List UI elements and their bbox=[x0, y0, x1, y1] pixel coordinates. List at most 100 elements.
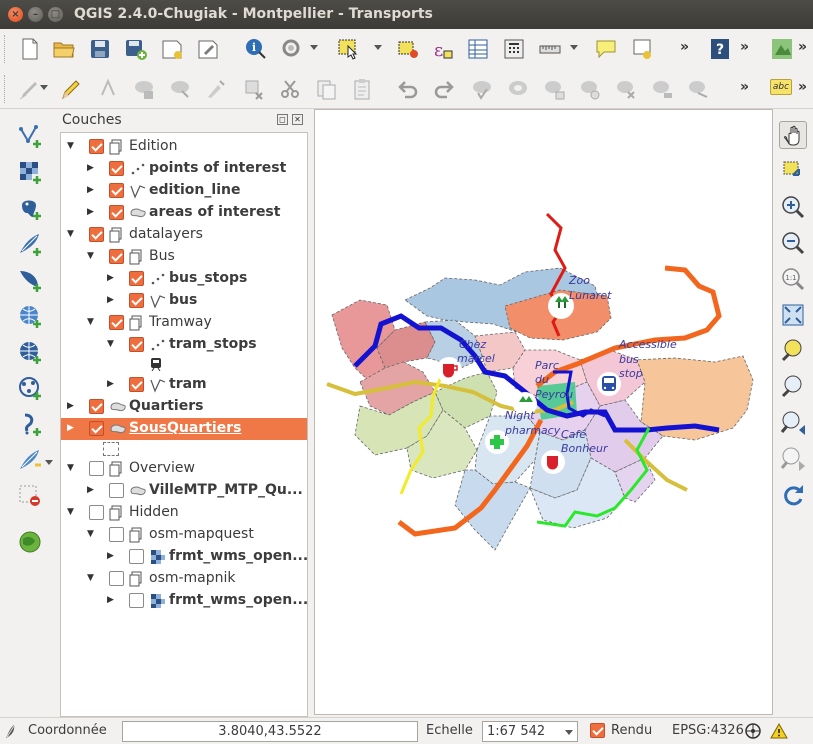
openlayers-icon[interactable] bbox=[17, 529, 43, 555]
expand-arrow-icon[interactable]: ▶ bbox=[67, 423, 74, 433]
crs-status[interactable]: EPSG:4326 bbox=[672, 723, 744, 738]
collapse-arrow-icon[interactable]: ▼ bbox=[87, 317, 94, 327]
collapse-arrow-icon[interactable]: ▼ bbox=[67, 229, 74, 239]
layer-row[interactable]: ▶ bus_stops bbox=[61, 268, 307, 290]
float-panel-button[interactable]: ◻ bbox=[277, 114, 288, 125]
undo-icon[interactable] bbox=[396, 77, 420, 101]
measure-icon[interactable] bbox=[280, 37, 304, 61]
layer-visibility-checkbox[interactable] bbox=[109, 571, 124, 586]
collapse-arrow-icon[interactable]: ▼ bbox=[67, 463, 74, 473]
layer-visibility-checkbox[interactable] bbox=[89, 139, 104, 154]
expand-arrow-icon[interactable]: ▶ bbox=[87, 485, 94, 495]
cut-features-icon[interactable] bbox=[242, 77, 266, 101]
add-part-icon[interactable] bbox=[542, 77, 566, 101]
render-checkbox[interactable] bbox=[590, 723, 605, 738]
current-edits-icon[interactable] bbox=[18, 77, 42, 101]
move-feature-icon[interactable] bbox=[132, 77, 156, 101]
toolbar-grip[interactable] bbox=[4, 75, 7, 103]
expand-arrow-icon[interactable]: ▶ bbox=[107, 551, 114, 561]
deselect-icon[interactable] bbox=[396, 37, 420, 61]
layer-visibility-checkbox[interactable] bbox=[129, 293, 144, 308]
expand-arrow-icon[interactable]: ▶ bbox=[87, 163, 94, 173]
reshape-icon[interactable] bbox=[686, 77, 710, 101]
expand-arrow-icon[interactable]: ▶ bbox=[107, 595, 114, 605]
layer-row[interactable]: ▶ bus bbox=[61, 290, 307, 312]
add-vector-layer-icon[interactable] bbox=[17, 123, 43, 149]
layer-row[interactable]: ▶ frmt_wms_open... bbox=[61, 590, 307, 612]
identify-icon[interactable]: i bbox=[244, 37, 268, 61]
map-svg[interactable]: Zoo Lunaret Chez marcel Parc du Peyrou A… bbox=[315, 110, 773, 715]
layer-row[interactable]: ▼ datalayers bbox=[61, 224, 307, 246]
expand-arrow-icon[interactable]: ▶ bbox=[87, 185, 94, 195]
layer-row[interactable]: ▶ frmt_wms_open... bbox=[61, 546, 307, 568]
add-ring-icon[interactable] bbox=[506, 77, 530, 101]
add-wfs-layer-icon[interactable] bbox=[17, 375, 43, 401]
delete-ring-icon[interactable] bbox=[614, 77, 638, 101]
save-project-icon[interactable] bbox=[88, 37, 112, 61]
layer-visibility-checkbox[interactable] bbox=[109, 205, 124, 220]
layer-visibility-checkbox[interactable] bbox=[129, 549, 144, 564]
toggle-editing-icon[interactable] bbox=[58, 77, 82, 101]
add-spatialite-layer-icon[interactable] bbox=[17, 231, 43, 257]
zoom-out-icon[interactable] bbox=[779, 229, 807, 257]
collapse-arrow-icon[interactable]: ▼ bbox=[67, 141, 74, 151]
layer-visibility-checkbox[interactable] bbox=[89, 505, 104, 520]
node-tool-icon[interactable] bbox=[168, 77, 192, 101]
expand-arrow-icon[interactable]: ▶ bbox=[107, 295, 114, 305]
layer-visibility-checkbox[interactable] bbox=[109, 483, 124, 498]
new-print-composer-icon[interactable] bbox=[160, 37, 184, 61]
map-tips-icon[interactable] bbox=[594, 37, 618, 61]
toolbar-grip[interactable] bbox=[4, 35, 7, 63]
layer-visibility-checkbox[interactable] bbox=[109, 315, 124, 330]
layer-row[interactable]: ▼ Edition bbox=[61, 136, 307, 158]
layer-visibility-checkbox[interactable] bbox=[129, 271, 144, 286]
close-panel-button[interactable]: ✕ bbox=[292, 114, 303, 125]
zoom-last-icon[interactable] bbox=[779, 409, 807, 437]
zoom-to-selection-icon[interactable] bbox=[779, 337, 807, 365]
coordinate-field[interactable]: 3.8040,43.5522 bbox=[122, 721, 418, 742]
scale-combobox[interactable]: 1:67 542 bbox=[482, 721, 578, 742]
delete-selected-icon[interactable] bbox=[204, 77, 228, 101]
layer-row[interactable]: ▶ SousQuartiers bbox=[61, 418, 307, 440]
new-shapefile-icon[interactable] bbox=[17, 447, 43, 473]
clipboard-icon[interactable] bbox=[350, 77, 374, 101]
zoom-next-icon[interactable] bbox=[779, 445, 807, 473]
expression-select-icon[interactable]: ε bbox=[430, 37, 454, 61]
redo-icon[interactable] bbox=[432, 77, 456, 101]
layer-row[interactable]: ▼ osm-mapnik bbox=[61, 568, 307, 590]
copy-features-icon[interactable] bbox=[278, 77, 302, 101]
layer-visibility-checkbox[interactable] bbox=[109, 183, 124, 198]
expand-arrow-icon[interactable]: ▶ bbox=[107, 273, 114, 283]
add-postgis-layer-icon[interactable] bbox=[17, 195, 43, 221]
layer-visibility-checkbox[interactable] bbox=[129, 337, 144, 352]
layer-row[interactable]: ▼ Overview bbox=[61, 458, 307, 480]
attribute-table-icon[interactable] bbox=[466, 37, 490, 61]
new-layer-dropdown-icon[interactable] bbox=[45, 460, 53, 465]
layer-row[interactable]: ▼ tram_stops bbox=[61, 334, 307, 356]
text-annotation-icon[interactable] bbox=[630, 37, 654, 61]
layer-row[interactable]: ▼ osm-mapquest bbox=[61, 524, 307, 546]
layer-visibility-checkbox[interactable] bbox=[89, 399, 104, 414]
collapse-arrow-icon[interactable]: ▼ bbox=[87, 573, 94, 583]
composer-manager-icon[interactable] bbox=[196, 37, 220, 61]
simplify-icon[interactable] bbox=[470, 77, 494, 101]
zoom-to-layer-icon[interactable] bbox=[779, 373, 807, 401]
layer-visibility-checkbox[interactable] bbox=[89, 421, 104, 436]
collapse-arrow-icon[interactable]: ▼ bbox=[67, 507, 74, 517]
measure-line-dropdown-icon[interactable] bbox=[570, 45, 578, 50]
expand-arrow-icon[interactable]: ▶ bbox=[87, 207, 94, 217]
save-as-icon[interactable] bbox=[124, 37, 148, 61]
layer-visibility-checkbox[interactable] bbox=[109, 249, 124, 264]
layer-row[interactable]: ▼ Bus bbox=[61, 246, 307, 268]
pan-to-selection-icon[interactable] bbox=[779, 157, 807, 185]
toolbar-overflow[interactable]: » bbox=[680, 39, 689, 55]
add-wms-layer-icon[interactable] bbox=[17, 303, 43, 329]
expand-arrow-icon[interactable]: ▶ bbox=[67, 401, 74, 411]
layer-visibility-checkbox[interactable] bbox=[129, 377, 144, 392]
toolbar-overflow-5[interactable]: » bbox=[798, 79, 807, 95]
toolbar-overflow-2[interactable]: » bbox=[740, 39, 749, 55]
plugins-icon[interactable] bbox=[770, 37, 794, 61]
add-mssql-layer-icon[interactable] bbox=[17, 267, 43, 293]
select-dropdown-icon[interactable] bbox=[374, 45, 382, 50]
crs-globe-icon[interactable] bbox=[744, 722, 762, 740]
